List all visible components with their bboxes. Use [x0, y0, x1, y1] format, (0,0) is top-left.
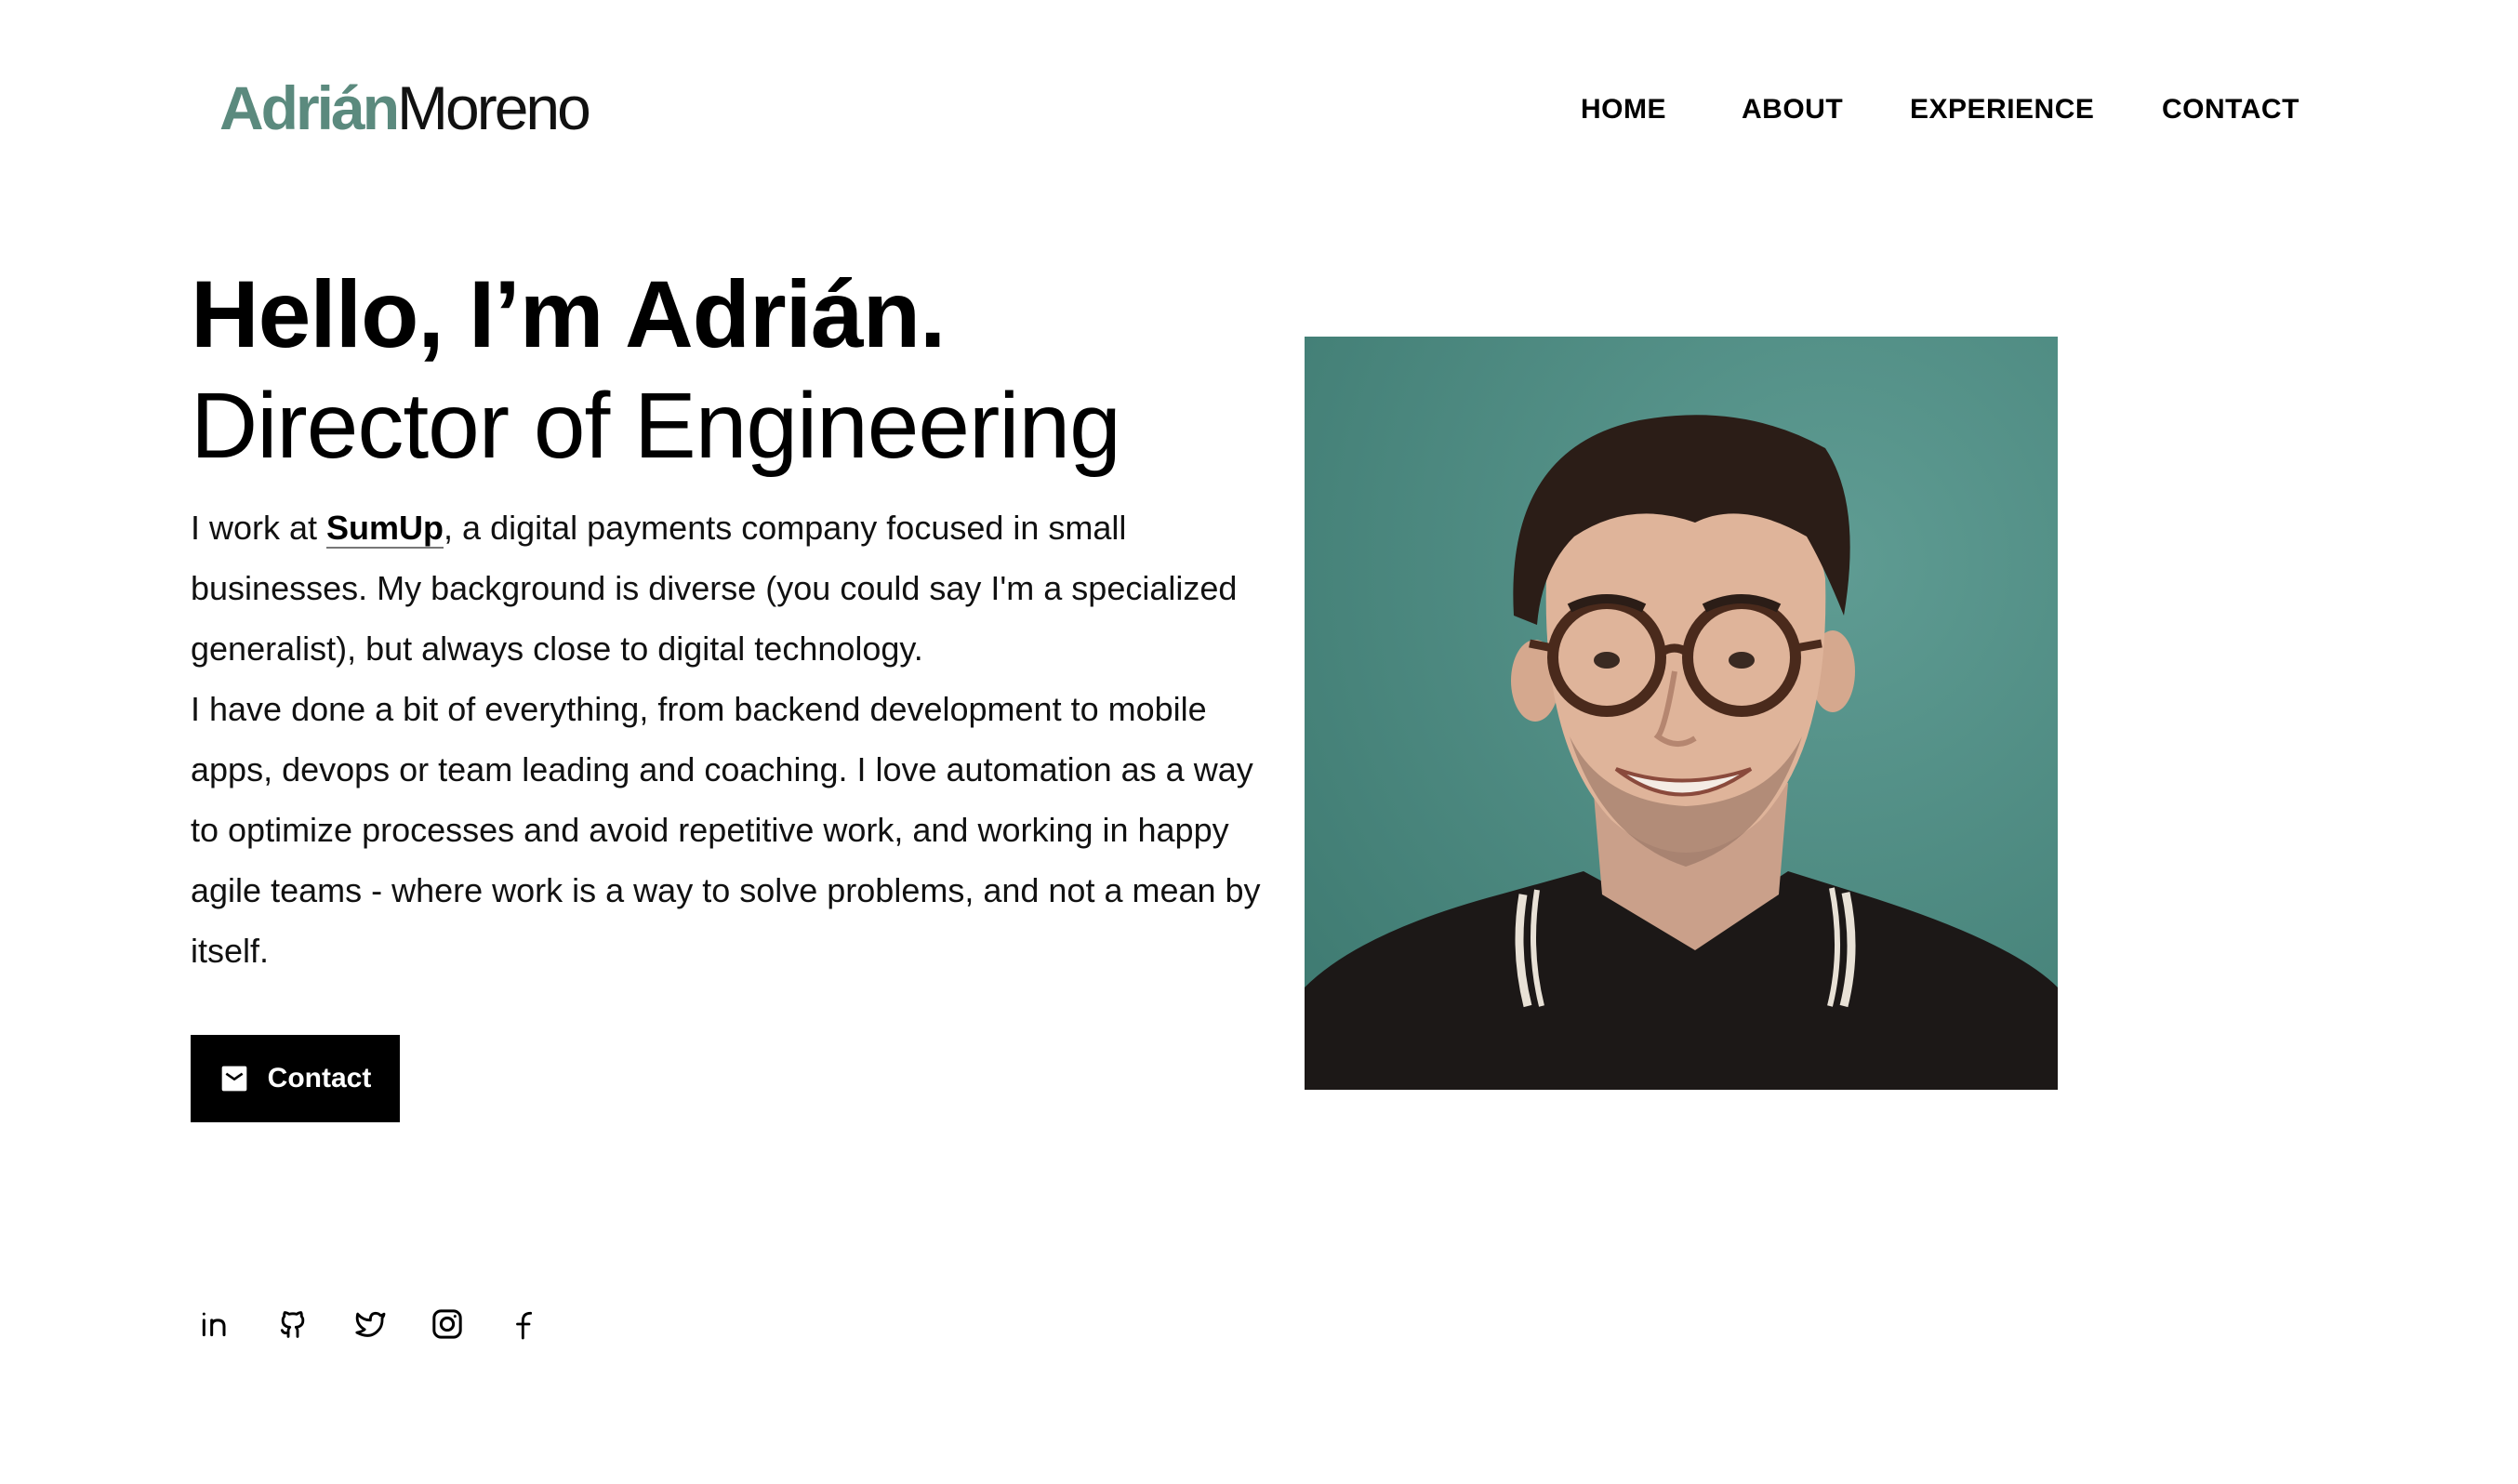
twitter-icon [351, 1305, 389, 1343]
github-icon [274, 1305, 311, 1343]
nav-about[interactable]: ABOUT [1742, 91, 1843, 128]
instagram-link[interactable] [423, 1300, 471, 1348]
bio: I work at SumUp, a digital payments comp… [191, 497, 1269, 981]
nav-home[interactable]: HOME [1581, 91, 1666, 128]
hero-greeting: Hello, I’m Adrián. [191, 261, 946, 367]
facebook-icon [506, 1305, 543, 1343]
contact-button-label: Contact [267, 1063, 372, 1093]
github-link[interactable] [269, 1300, 317, 1348]
nav-contact[interactable]: CONTACT [2162, 91, 2299, 128]
main-nav: HOME ABOUT EXPERIENCE CONTACT [0, 91, 2518, 128]
contact-button[interactable]: Contact [191, 1035, 400, 1122]
bio-paragraph-2: I have done a bit of everything, from ba… [191, 690, 1261, 970]
company-link[interactable]: SumUp [326, 509, 444, 549]
nav-experience[interactable]: EXPERIENCE [1910, 91, 2094, 128]
hero-role: Director of Engineering [191, 374, 1121, 478]
linkedin-link[interactable] [191, 1300, 239, 1348]
mail-icon [219, 1064, 249, 1093]
profile-photo [1305, 337, 2058, 1090]
bio-intro: I work at [191, 509, 327, 547]
bio-paragraph-1: I work at SumUp, a digital payments comp… [191, 497, 1269, 679]
facebook-link[interactable] [500, 1300, 549, 1348]
twitter-link[interactable] [346, 1300, 394, 1348]
instagram-icon [429, 1305, 466, 1343]
linkedin-icon [196, 1305, 233, 1343]
